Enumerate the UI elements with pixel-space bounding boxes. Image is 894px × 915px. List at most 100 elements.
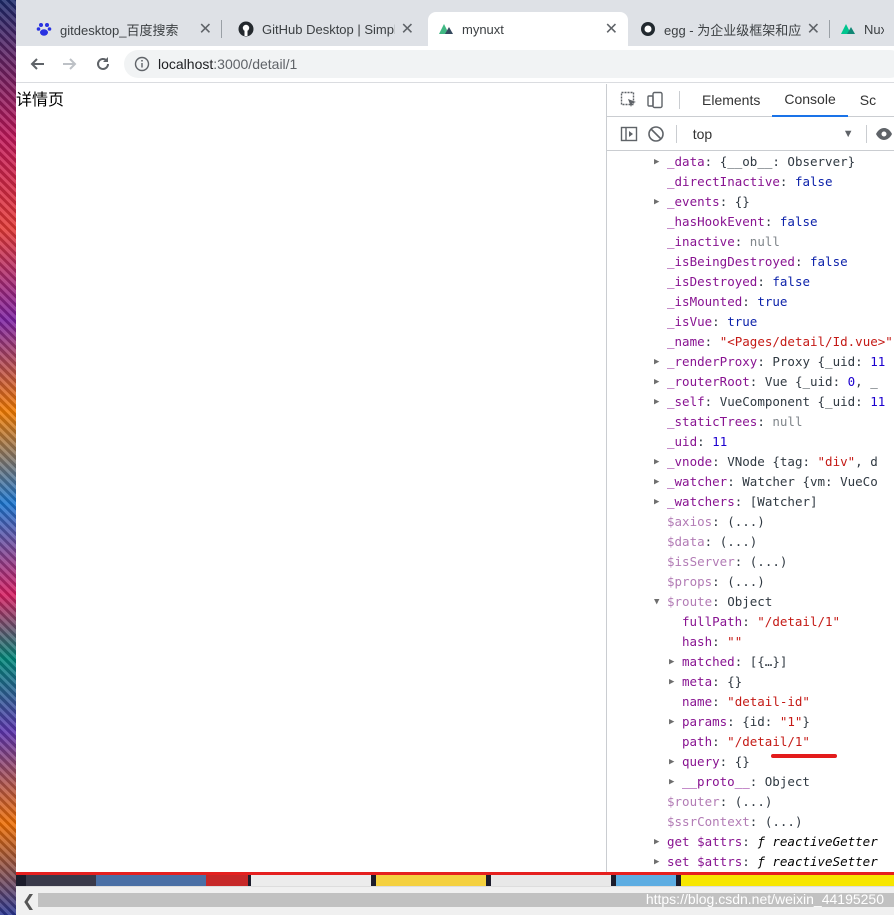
property-value: "<Pages/detail/Id.vue>" — [719, 334, 893, 349]
console-tree-row[interactable]: ▶ __proto__: Object — [607, 772, 894, 792]
property-value: false — [794, 174, 833, 189]
taskbar-item[interactable] — [681, 875, 894, 886]
console-tree-row: $router: (...) — [607, 792, 894, 812]
console-tree-row[interactable]: ▶ get $attrs: ƒ reactiveGetter — [607, 832, 894, 852]
property-value: : {} — [719, 754, 750, 769]
expand-right-icon[interactable]: ▶ — [654, 152, 659, 172]
property-value: : {} — [712, 674, 743, 689]
taskbar-item[interactable] — [376, 875, 486, 886]
console-tree-row[interactable]: ▶ _watcher: Watcher {vm: VueCo — [607, 472, 894, 492]
reload-icon[interactable] — [91, 52, 115, 76]
property-value: "1" — [779, 714, 803, 729]
expand-right-icon[interactable]: ▶ — [669, 772, 674, 792]
console-tree-row[interactable]: ▼ $route: Object — [607, 592, 894, 612]
tab-sources[interactable]: Sc — [848, 84, 888, 117]
expand-right-icon[interactable]: ▶ — [654, 392, 659, 412]
console-tree-row[interactable]: ▶ _data: {__ob__: Observer} — [607, 152, 894, 172]
console-tree-row[interactable]: ▶ _renderProxy: Proxy {_uid: 11 — [607, 352, 894, 372]
property-value: : — [794, 254, 810, 269]
context-select[interactable]: top ▼ — [689, 126, 854, 142]
console-tree-row[interactable]: ▶ meta: {} — [607, 672, 894, 692]
property-value: 11 — [870, 394, 886, 409]
property-value: : — [742, 614, 758, 629]
tab-mynuxt[interactable]: mynuxt ✕ — [428, 12, 628, 46]
taskbar-item[interactable] — [491, 875, 611, 886]
console-tree-row[interactable]: ▶ query: {} — [607, 752, 894, 772]
console-tree-row[interactable]: ▶ params: {id: "1"} — [607, 712, 894, 732]
tab-github-desktop[interactable]: GitHub Desktop | Simple ✕ — [228, 12, 424, 46]
context-value: top — [692, 125, 713, 142]
sidebar-toggle-icon[interactable] — [619, 124, 638, 144]
console-tree-row: hash: "" — [607, 632, 894, 652]
devtools-tabbar: Elements Console Sc — [607, 84, 894, 117]
property-value: , _ — [855, 374, 878, 389]
console-tree-row[interactable]: ▶ _events: {} — [607, 192, 894, 212]
property-key: $route — [667, 594, 713, 609]
nuxt-icon — [438, 21, 454, 37]
console-tree-row[interactable]: ▶ _routerRoot: Vue {_uid: 0, _ — [607, 372, 894, 392]
console-tree-row[interactable]: ▶ _self: VueComponent {_uid: 11 — [607, 392, 894, 412]
eye-icon[interactable] — [875, 124, 894, 144]
taskbar-item[interactable] — [26, 875, 96, 886]
expand-right-icon[interactable]: ▶ — [654, 372, 659, 392]
expand-right-icon[interactable]: ▶ — [654, 472, 659, 492]
inspect-element-icon[interactable] — [619, 90, 639, 110]
tab-egg[interactable]: egg - 为企业级框架和应用 ✕ — [630, 12, 830, 46]
property-key: _isMounted — [667, 294, 743, 309]
expand-right-icon[interactable]: ▶ — [669, 652, 674, 672]
console-tree-row[interactable]: ▶ _vnode: VNode {tag: "div", d — [607, 452, 894, 472]
console-tree-row: _directInactive: false — [607, 172, 894, 192]
console-tree-row: path: "/detail/1" — [607, 732, 894, 752]
scroll-left-icon[interactable]: ❮ — [22, 891, 35, 911]
tab-title: Nuxt — [864, 21, 884, 37]
horizontal-scrollbar[interactable]: ❮ https://blog.csdn.net/weixin_44195250 — [16, 886, 894, 915]
expand-right-icon[interactable]: ▶ — [669, 752, 674, 772]
expand-right-icon[interactable]: ▶ — [669, 672, 674, 692]
taskbar-item[interactable] — [251, 875, 371, 886]
tab-title: egg - 为企业级框架和应用 — [664, 22, 801, 38]
property-value: : — [757, 274, 773, 289]
close-icon[interactable]: ✕ — [605, 19, 618, 39]
tab-gitdesktop[interactable]: gitdesktop_百度搜索 ✕ — [26, 12, 222, 46]
address-bar[interactable]: localhost:3000/detail/1 — [124, 50, 894, 78]
console-tree-row[interactable]: ▶ matched: [{…}] — [607, 652, 894, 672]
device-toolbar-icon[interactable] — [645, 90, 665, 110]
property-value: : VueComponent {_uid: — [704, 394, 871, 409]
expand-right-icon[interactable]: ▶ — [669, 712, 674, 732]
expand-right-icon[interactable]: ▶ — [654, 192, 659, 212]
property-key: __proto__ — [682, 774, 750, 789]
close-icon[interactable]: ✕ — [199, 19, 212, 39]
property-key: _uid — [667, 434, 698, 449]
expand-right-icon[interactable]: ▶ — [654, 832, 659, 852]
property-value: false — [810, 254, 848, 269]
annotation-underline — [771, 754, 837, 758]
property-value: : [{…}] — [734, 654, 788, 669]
expand-right-icon[interactable]: ▶ — [654, 452, 659, 472]
property-value: "/detail/1" — [727, 734, 810, 749]
tab-console[interactable]: Console — [772, 84, 848, 117]
tab-nuxt[interactable]: Nuxt — [830, 12, 894, 46]
taskbar-item[interactable] — [96, 875, 206, 886]
tab-elements[interactable]: Elements — [690, 84, 772, 117]
property-value: true — [727, 314, 758, 329]
property-value: : VNode {tag: — [712, 454, 818, 469]
expand-right-icon[interactable]: ▶ — [654, 492, 659, 512]
clear-console-icon[interactable] — [646, 124, 665, 144]
expand-right-icon[interactable]: ▶ — [654, 852, 659, 872]
console-tree-row[interactable]: ▶ _watchers: [Watcher] — [607, 492, 894, 512]
taskbar-item[interactable] — [206, 875, 248, 886]
info-icon[interactable] — [134, 56, 150, 72]
property-value: 11 — [870, 354, 886, 369]
console-output[interactable]: ▶ _data: {__ob__: Observer} _directInactiv… — [607, 152, 894, 872]
taskbar-item[interactable] — [616, 875, 676, 886]
property-key: query — [682, 754, 720, 769]
expand-down-icon[interactable]: ▼ — [654, 592, 659, 612]
property-value: : — [712, 314, 728, 329]
console-tree-row[interactable]: ▶ set $attrs: ƒ reactiveSetter — [607, 852, 894, 872]
back-arrow-icon[interactable] — [25, 52, 49, 76]
expand-right-icon[interactable]: ▶ — [654, 352, 659, 372]
forward-arrow-icon[interactable] — [58, 52, 82, 76]
close-icon[interactable]: ✕ — [807, 19, 820, 39]
close-icon[interactable]: ✕ — [401, 19, 414, 39]
url-host: localhost — [158, 56, 214, 72]
